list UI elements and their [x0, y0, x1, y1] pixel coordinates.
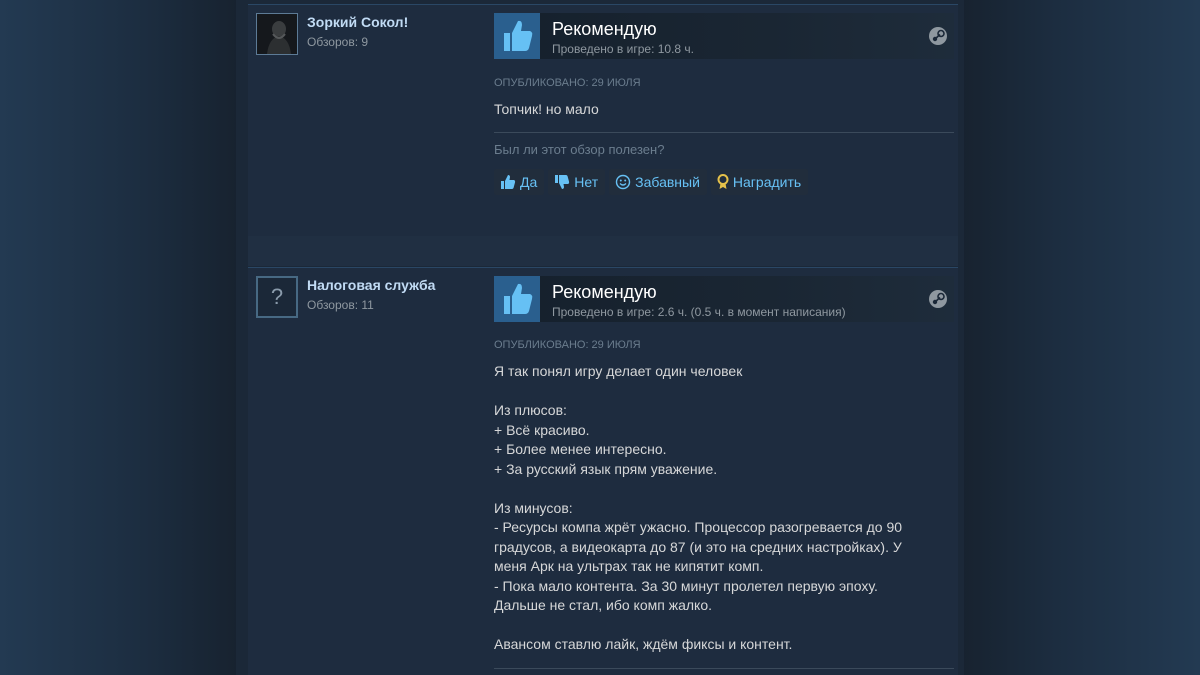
review-line	[494, 382, 944, 402]
review-line: градусов, а видеокарта до 87 (и это на с…	[494, 538, 902, 555]
playtime: Проведено в игре: 2.6 ч. (0.5 ч. в момен…	[552, 305, 846, 319]
vote-no-label: Нет	[574, 174, 599, 190]
thumbs-up-icon	[494, 13, 540, 59]
helpful-question: Был ли этот обзор полезен?	[494, 142, 665, 157]
vote-yes-label: Да	[520, 174, 538, 190]
steam-icon	[928, 289, 948, 309]
posted-date: ОПУБЛИКОВАНО: 29 ИЮЛЯ	[494, 339, 641, 351]
author-reviews-count[interactable]: Обзоров: 9	[307, 35, 368, 49]
vote-yes-button[interactable]: Да	[494, 169, 545, 195]
thumbs-up-icon	[500, 174, 516, 190]
review-line: Из плюсов:	[494, 402, 567, 418]
review-line: Дальше не стал, ибо комп жалко.	[494, 597, 712, 613]
author-avatar[interactable]	[256, 13, 298, 55]
smiley-icon	[615, 174, 631, 190]
review-line	[494, 479, 944, 499]
steam-icon	[928, 26, 948, 46]
review-line: Я так понял игру делает один человек	[494, 363, 743, 379]
vote-funny-button[interactable]: Забавный	[609, 169, 707, 195]
award-label: Наградить	[732, 174, 802, 190]
review-line: Авансом ставлю лайк, ждём фиксы и контен…	[494, 636, 793, 652]
vote-header[interactable]: Рекомендую Проведено в игре: 2.6 ч. (0.5…	[494, 276, 954, 322]
posted-date: ОПУБЛИКОВАНО: 29 ИЮЛЯ	[494, 77, 641, 89]
vote-no-button[interactable]: Нет	[548, 169, 606, 195]
vote-header[interactable]: Рекомендую Проведено в игре: 10.8 ч.	[494, 13, 954, 59]
review-line: Из минусов:	[494, 499, 573, 516]
review-line: + За русский язык прям уважение.	[494, 460, 718, 477]
vote-funny-label: Забавный	[635, 174, 700, 190]
vote-title[interactable]: Рекомендую	[552, 282, 657, 303]
review-line	[494, 616, 944, 636]
thumbs-down-icon	[554, 174, 570, 190]
review-line: меня Арк на ультрах так не кипятит комп.	[494, 558, 764, 574]
author-avatar[interactable]: ?	[256, 276, 298, 318]
review-line: + Всё красиво.	[494, 421, 590, 438]
review-line: - Ресурсы компа жрёт ужасно. Процессор р…	[494, 519, 903, 535]
award-icon	[717, 174, 729, 190]
award-button[interactable]: Наградить	[710, 169, 809, 195]
divider	[494, 132, 954, 133]
vote-title[interactable]: Рекомендую	[552, 19, 657, 40]
review-card: ? Налоговая служба Обзоров: 11 Рекоменду…	[248, 267, 958, 675]
review-line: Топчик! но мало	[494, 101, 599, 117]
review-text: Топчик! но мало	[494, 100, 944, 120]
review-actions: Да Нет Забавный Наградить	[494, 169, 809, 195]
author-reviews-count[interactable]: Обзоров: 11	[307, 298, 374, 312]
card-separator	[248, 236, 958, 266]
author-name[interactable]: Налоговая служба	[307, 277, 435, 293]
review-card: Зоркий Сокол! Обзоров: 9 Рекомендую Пров…	[248, 4, 958, 236]
author-name[interactable]: Зоркий Сокол!	[307, 14, 408, 30]
divider	[494, 668, 954, 669]
review-text: Я так понял игру делает один человек Из …	[494, 362, 944, 655]
review-line: - Пока мало контента. За 30 минут пролет…	[494, 577, 878, 594]
review-line: + Более менее интересно.	[494, 441, 667, 457]
thumbs-up-icon	[494, 276, 540, 322]
playtime: Проведено в игре: 10.8 ч.	[552, 42, 695, 56]
